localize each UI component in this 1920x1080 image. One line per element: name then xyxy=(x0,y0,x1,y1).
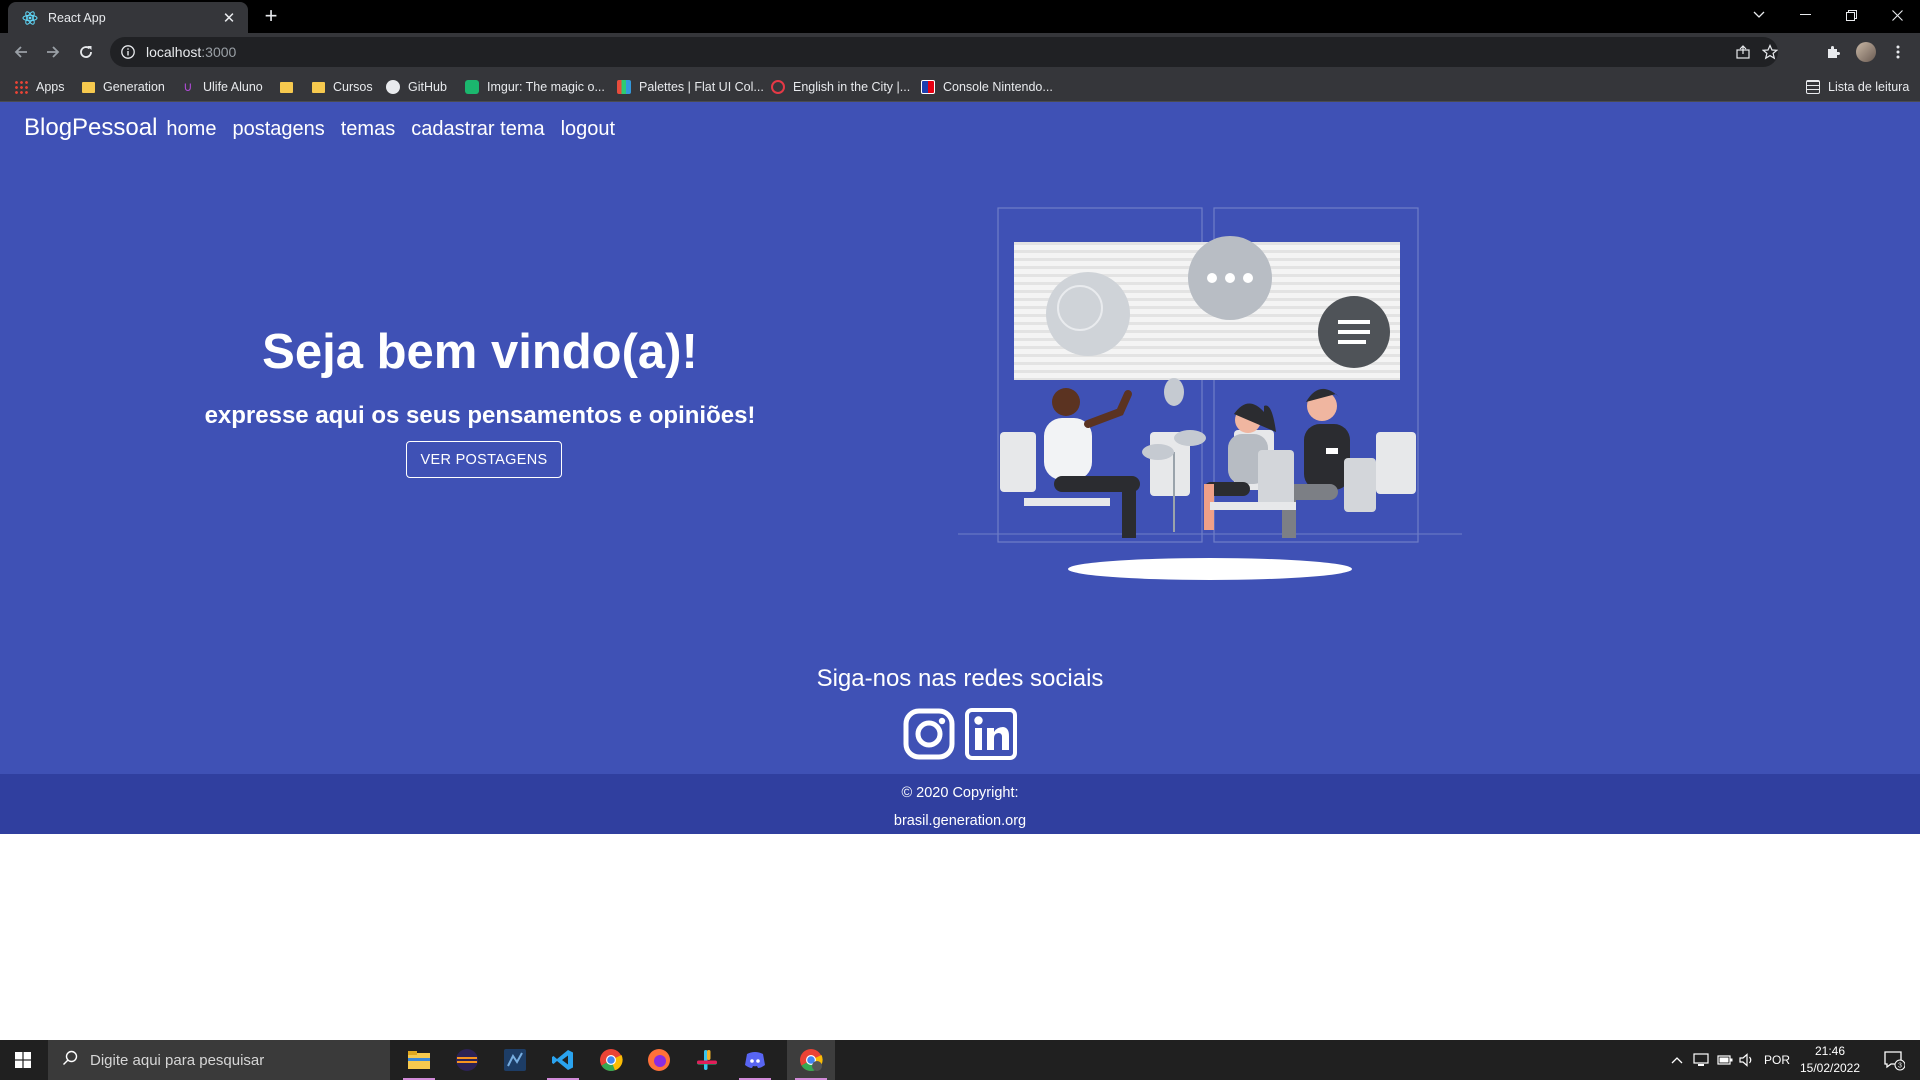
bookmark-nintendo[interactable]: Console Nintendo... xyxy=(921,77,1053,97)
notification-count: 3 xyxy=(1898,1063,1902,1070)
browser-tab[interactable]: React App ✕ xyxy=(8,2,248,33)
share-icon[interactable] xyxy=(1729,37,1757,67)
bookmark-imgur[interactable]: Imgur: The magic o... xyxy=(465,77,605,97)
notifications-icon[interactable]: 3 xyxy=(1876,1040,1912,1080)
reading-list-icon xyxy=(1806,80,1820,94)
browser-toolbar: localhost:3000 xyxy=(0,33,1920,71)
meeting-illustration xyxy=(958,207,1462,580)
new-tab-button[interactable]: + xyxy=(258,4,284,30)
bookmark-folder[interactable] xyxy=(280,77,301,97)
nav-cadastrar-tema[interactable]: cadastrar tema xyxy=(411,118,544,141)
palette-icon xyxy=(617,80,631,94)
nav-home[interactable]: home xyxy=(166,118,216,141)
apps-grid-icon xyxy=(14,80,28,94)
bookmark-english[interactable]: English in the City |... xyxy=(771,77,910,97)
github-icon xyxy=(386,80,400,94)
blog-page: BlogPessoal home postagens temas cadastr… xyxy=(0,102,1920,834)
back-arrow-icon[interactable] xyxy=(7,38,35,66)
hero-subtitle: expresse aqui os seus pensamentos e opin… xyxy=(204,402,756,429)
tab-title: React App xyxy=(48,10,106,25)
browser-tab-bar: React App ✕ + xyxy=(0,0,1920,33)
instagram-icon[interactable] xyxy=(903,708,955,760)
react-icon xyxy=(22,10,38,26)
profile-avatar[interactable] xyxy=(1852,38,1880,66)
battery-icon[interactable] xyxy=(1714,1040,1736,1080)
linkedin-icon[interactable] xyxy=(965,708,1017,760)
ulife-icon: ∪ xyxy=(183,79,193,94)
bookmark-cursos[interactable]: Cursos xyxy=(312,77,373,97)
clock-date: 15/02/2022 xyxy=(1799,1061,1861,1075)
social-icons xyxy=(903,708,1017,762)
url-host: localhost xyxy=(146,44,202,60)
tab-search-icon[interactable] xyxy=(1736,0,1782,30)
url-port: :3000 xyxy=(201,44,237,60)
footer-link[interactable]: brasil.generation.org xyxy=(0,813,1920,829)
imgur-icon xyxy=(465,80,479,94)
vscode-icon[interactable] xyxy=(539,1040,587,1080)
minimize-button[interactable] xyxy=(1782,0,1828,30)
nav-logout[interactable]: logout xyxy=(561,118,616,141)
page-footer: © 2020 Copyright: brasil.generation.org xyxy=(0,774,1920,834)
hero-title: Seja bem vindo(a)! xyxy=(262,325,698,379)
nav-temas[interactable]: temas xyxy=(341,118,395,141)
volume-icon[interactable] xyxy=(1736,1040,1758,1080)
language-indicator[interactable]: POR xyxy=(1760,1040,1794,1080)
brand-logo[interactable]: BlogPessoal xyxy=(24,114,157,142)
bookmark-palettes[interactable]: Palettes | Flat UI Col... xyxy=(617,77,764,97)
firefox-icon[interactable] xyxy=(635,1040,683,1080)
english-icon xyxy=(771,80,785,94)
search-placeholder: Digite aqui para pesquisar xyxy=(90,1051,265,1069)
forward-arrow-icon[interactable] xyxy=(39,38,67,66)
bookmark-ulife[interactable]: ∪ Ulife Aluno xyxy=(181,77,263,97)
bookmark-star-icon[interactable] xyxy=(1756,37,1784,67)
reading-list[interactable]: Lista de leitura xyxy=(1806,77,1909,97)
taskbar-search-input[interactable]: Digite aqui para pesquisar xyxy=(48,1040,390,1080)
eclipse-icon[interactable] xyxy=(443,1040,491,1080)
top-navbar: BlogPessoal home postagens temas cadastr… xyxy=(24,114,631,142)
nintendo-icon xyxy=(921,80,935,94)
bookmark-github[interactable]: GitHub xyxy=(386,77,447,97)
reload-icon[interactable] xyxy=(72,38,100,66)
bookmarks-bar: Apps Generation ∪ Ulife Aluno Cursos Git… xyxy=(0,71,1920,102)
file-explorer-icon[interactable] xyxy=(395,1040,443,1080)
taskbar-clock[interactable]: 21:46 15/02/2022 xyxy=(1790,1043,1870,1077)
chrome-icon[interactable] xyxy=(587,1040,635,1080)
slack-icon[interactable] xyxy=(683,1040,731,1080)
close-window-button[interactable] xyxy=(1874,0,1920,30)
ver-postagens-button[interactable]: VER POSTAGENS xyxy=(406,441,562,478)
social-title: Siga-nos nas redes sociais xyxy=(816,665,1104,692)
tray-chevron-icon[interactable] xyxy=(1666,1040,1688,1080)
windows-taskbar: Digite aqui para pesquisar POR 21:46 15/ xyxy=(0,1040,1920,1080)
nav-postagens[interactable]: postagens xyxy=(232,118,324,141)
extensions-icon[interactable] xyxy=(1819,38,1847,66)
address-bar[interactable]: localhost:3000 xyxy=(110,37,1778,67)
bookmark-generation[interactable]: Generation xyxy=(82,77,165,97)
folder-icon xyxy=(312,81,325,93)
folder-icon xyxy=(82,81,95,93)
chrome-active-icon[interactable] xyxy=(787,1040,835,1080)
info-icon[interactable] xyxy=(120,44,136,60)
clock-time: 21:46 xyxy=(1814,1044,1846,1058)
folder-icon xyxy=(280,81,293,93)
search-icon xyxy=(62,1050,78,1071)
empty-page-area xyxy=(0,834,1920,1040)
windows-start-icon[interactable] xyxy=(0,1040,46,1080)
footer-copyright: © 2020 Copyright: xyxy=(901,785,1019,801)
bookmark-apps[interactable]: Apps xyxy=(14,77,65,97)
discord-icon[interactable] xyxy=(731,1040,779,1080)
mysql-workbench-icon[interactable] xyxy=(491,1040,539,1080)
restore-button[interactable] xyxy=(1828,0,1874,30)
tab-close-icon[interactable]: ✕ xyxy=(220,9,238,27)
menu-kebab-icon[interactable] xyxy=(1884,38,1912,66)
network-icon[interactable] xyxy=(1690,1040,1712,1080)
